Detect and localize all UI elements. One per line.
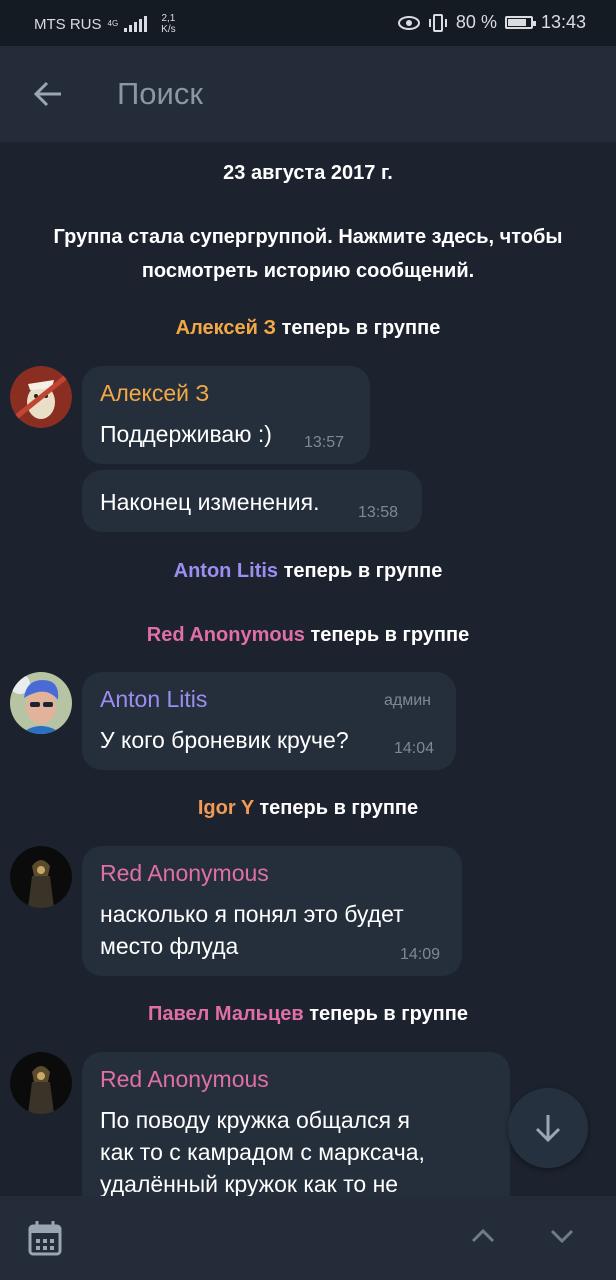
search-input[interactable] — [117, 74, 577, 114]
join-user-name[interactable]: Anton Litis — [174, 560, 278, 582]
message-bubble[interactable]: Алексей З Поддерживаю :) 13:57 — [82, 366, 370, 464]
speed-value: 2,1 — [161, 13, 176, 24]
message-time: 13:58 — [358, 504, 399, 521]
clock: 13:43 — [540, 12, 586, 32]
message-sender[interactable]: Red Anonymous — [100, 1066, 269, 1093]
search-header — [0, 46, 616, 142]
join-event: Алексей З теперь в группе — [0, 317, 616, 340]
message-bubble[interactable]: Red Anonymous насколько я понял это буде… — [82, 846, 462, 976]
join-event: Павел Мальцев теперь в группе — [0, 1003, 616, 1026]
avatar[interactable] — [10, 1052, 72, 1114]
bottom-bar — [0, 1196, 616, 1280]
join-user-name[interactable]: Павел Мальцев — [148, 1003, 304, 1025]
chevron-up-icon[interactable] — [470, 1228, 496, 1244]
message-sender[interactable]: Anton Litis — [100, 686, 207, 713]
arrow-down-icon — [535, 1115, 561, 1143]
status-bar: MTS RUS 4G 2,1 K/s 80 % 13:43 — [0, 0, 616, 46]
status-left: MTS RUS 4G 2,1 K/s — [34, 13, 176, 35]
arrow-left-icon[interactable] — [30, 76, 66, 112]
message-sender[interactable]: Алексей З — [100, 380, 209, 407]
status-right: 80 % 13:43 — [397, 12, 586, 33]
speed-unit: K/s — [161, 24, 176, 35]
avatar[interactable] — [10, 846, 72, 908]
message-bubble[interactable]: Red Anonymous По поводу кружка общался я… — [82, 1052, 510, 1212]
eye-icon — [397, 15, 420, 30]
signal-icon — [124, 16, 148, 32]
avatar-image — [10, 1052, 72, 1114]
message-text-line: По поводу кружка общался я — [100, 1107, 410, 1133]
avatar-image — [10, 672, 72, 734]
join-user-name[interactable]: Igor Y — [198, 797, 254, 819]
message-time: 14:09 — [400, 946, 441, 963]
avatar[interactable] — [10, 672, 72, 734]
calendar-icon[interactable] — [28, 1220, 62, 1256]
admin-badge: админ — [384, 692, 432, 709]
date-separator: 23 августа 2017 г. — [223, 162, 393, 184]
message-text: У кого броневик круче? — [100, 727, 349, 753]
avatar[interactable] — [10, 366, 72, 428]
scroll-down-button[interactable] — [508, 1088, 588, 1168]
join-event: Anton Litis теперь в группе — [0, 560, 616, 583]
chevron-down-icon[interactable] — [549, 1228, 575, 1244]
vibrate-icon — [428, 13, 447, 32]
join-suffix: теперь в группе — [310, 624, 470, 646]
message-text: Поддерживаю :) — [100, 421, 272, 447]
carrier-name: MTS RUS — [34, 15, 102, 33]
join-suffix: теперь в группе — [309, 1003, 468, 1025]
network-type: 4G — [107, 19, 119, 28]
network-speed: 2,1 K/s — [161, 13, 175, 35]
message-time: 13:57 — [304, 434, 345, 451]
join-suffix: теперь в группе — [259, 797, 419, 819]
avatar-image — [10, 846, 72, 908]
join-user-name[interactable]: Алексей З — [176, 317, 276, 339]
join-event: Igor Y теперь в группе — [0, 797, 616, 820]
supergroup-notice[interactable]: Группа стала супергруппой. Нажмите здесь… — [30, 220, 586, 288]
join-suffix: теперь в группе — [283, 560, 443, 582]
message-text-line: насколько я понял это будет — [100, 901, 404, 927]
battery-icon — [504, 16, 536, 29]
avatar-image — [10, 366, 72, 428]
message-time: 14:04 — [394, 740, 435, 757]
message-bubble[interactable]: Anton Litis админ У кого броневик круче?… — [82, 672, 456, 770]
message-text-line: как то с камрадом с марксача, — [100, 1139, 425, 1165]
join-suffix: теперь в группе — [281, 317, 441, 339]
message-sender[interactable]: Red Anonymous — [100, 860, 269, 887]
message-text-line: место флуда — [100, 933, 239, 959]
message-text: Наконец изменения. — [100, 489, 320, 515]
join-user-name[interactable]: Red Anonymous — [147, 624, 305, 646]
message-bubble[interactable]: Наконец изменения. 13:58 — [82, 470, 422, 532]
battery-percent: 80 % — [455, 12, 497, 32]
join-event: Red Anonymous теперь в группе — [0, 624, 616, 647]
